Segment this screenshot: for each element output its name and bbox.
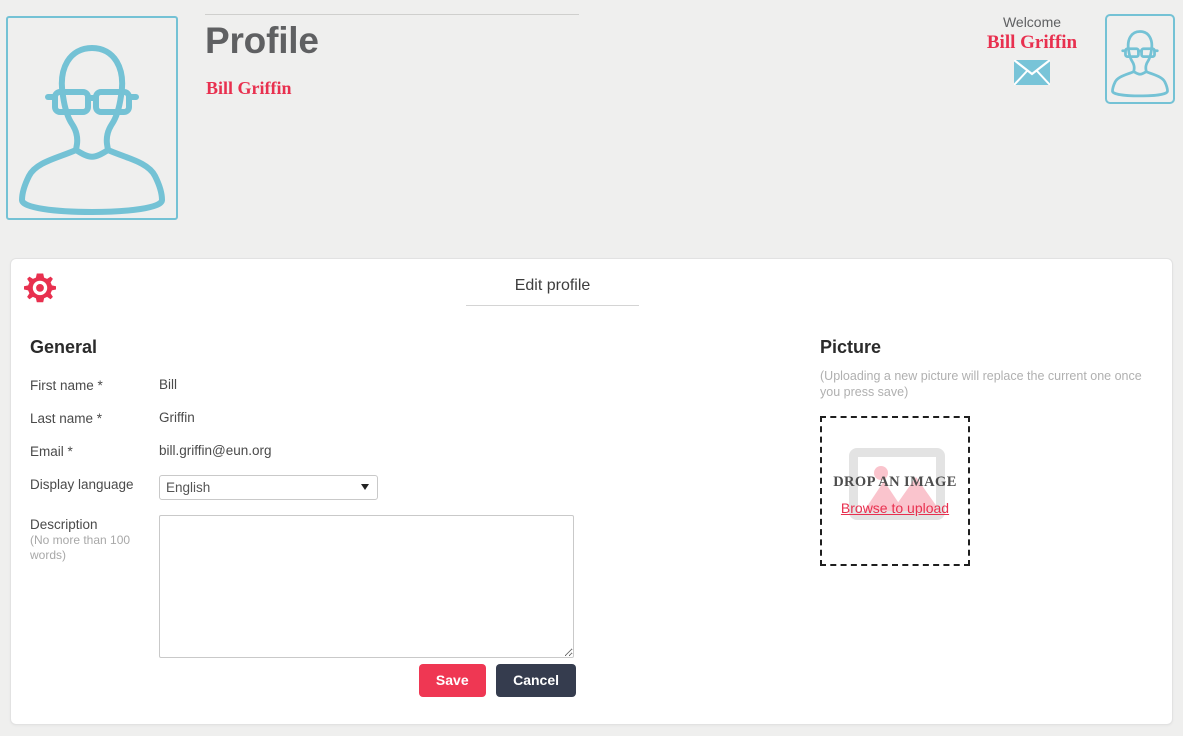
general-section: General First name * Bill Last name * Gr… (30, 337, 590, 673)
last-name-value: Griffin (159, 410, 195, 425)
email-value: bill.griffin@eun.org (159, 443, 272, 458)
welcome-user-name: Bill Griffin (986, 32, 1078, 53)
dropzone-text: DROP AN IMAGE (833, 474, 957, 490)
picture-heading: Picture (820, 337, 882, 357)
tab-edit-profile[interactable]: Edit profile (466, 277, 639, 306)
description-input[interactable] (159, 515, 574, 658)
user-avatar-glasses-icon (8, 18, 176, 218)
gear-icon[interactable] (23, 271, 57, 305)
page-header: Profile Bill Griffin Welcome Bill Griffi… (0, 0, 1183, 258)
description-label: Description (No more than 100 words) (30, 515, 159, 563)
page-title-container: Profile (205, 14, 579, 62)
browse-to-upload-link[interactable]: Browse to upload (822, 500, 968, 516)
field-first-name: First name * Bill (30, 376, 590, 394)
welcome-label: Welcome (1002, 14, 1062, 30)
form-button-bar: Save Cancel (11, 664, 576, 697)
field-last-name: Last name * Griffin (30, 409, 590, 427)
edit-profile-card: Edit profile General First name * Bill L… (10, 258, 1173, 725)
field-description: Description (No more than 100 words) (30, 515, 590, 658)
first-name-label: First name * (30, 378, 103, 393)
general-heading: General (30, 337, 98, 357)
user-avatar-button[interactable] (1105, 14, 1175, 104)
image-dropzone[interactable]: DROP AN IMAGE Browse to upload (820, 416, 970, 566)
display-language-select[interactable]: English (159, 475, 378, 500)
description-hint: (No more than 100 words) (30, 533, 131, 562)
picture-note: (Uploading a new picture will replace th… (820, 369, 1142, 399)
display-language-label: Display language (30, 477, 134, 492)
envelope-icon[interactable] (1013, 59, 1051, 86)
email-label: Email * (30, 444, 73, 459)
picture-section: Picture (Uploading a new picture will re… (820, 337, 1160, 566)
user-avatar-glasses-icon (1107, 30, 1173, 106)
welcome-block: Welcome Bill Griffin (967, 12, 1097, 90)
cancel-button[interactable]: Cancel (496, 664, 576, 697)
field-email: Email * bill.griffin@eun.org (30, 442, 590, 460)
profile-avatar (6, 16, 178, 220)
page-title: Profile (205, 20, 319, 61)
display-language-select-wrap: English (159, 475, 378, 500)
description-label-text: Description (30, 517, 98, 532)
save-button[interactable]: Save (418, 664, 486, 697)
header-subtitle: Bill Griffin (206, 78, 292, 98)
first-name-value: Bill (159, 377, 178, 392)
last-name-label: Last name * (30, 411, 103, 426)
field-display-language: Display language English (30, 475, 590, 500)
